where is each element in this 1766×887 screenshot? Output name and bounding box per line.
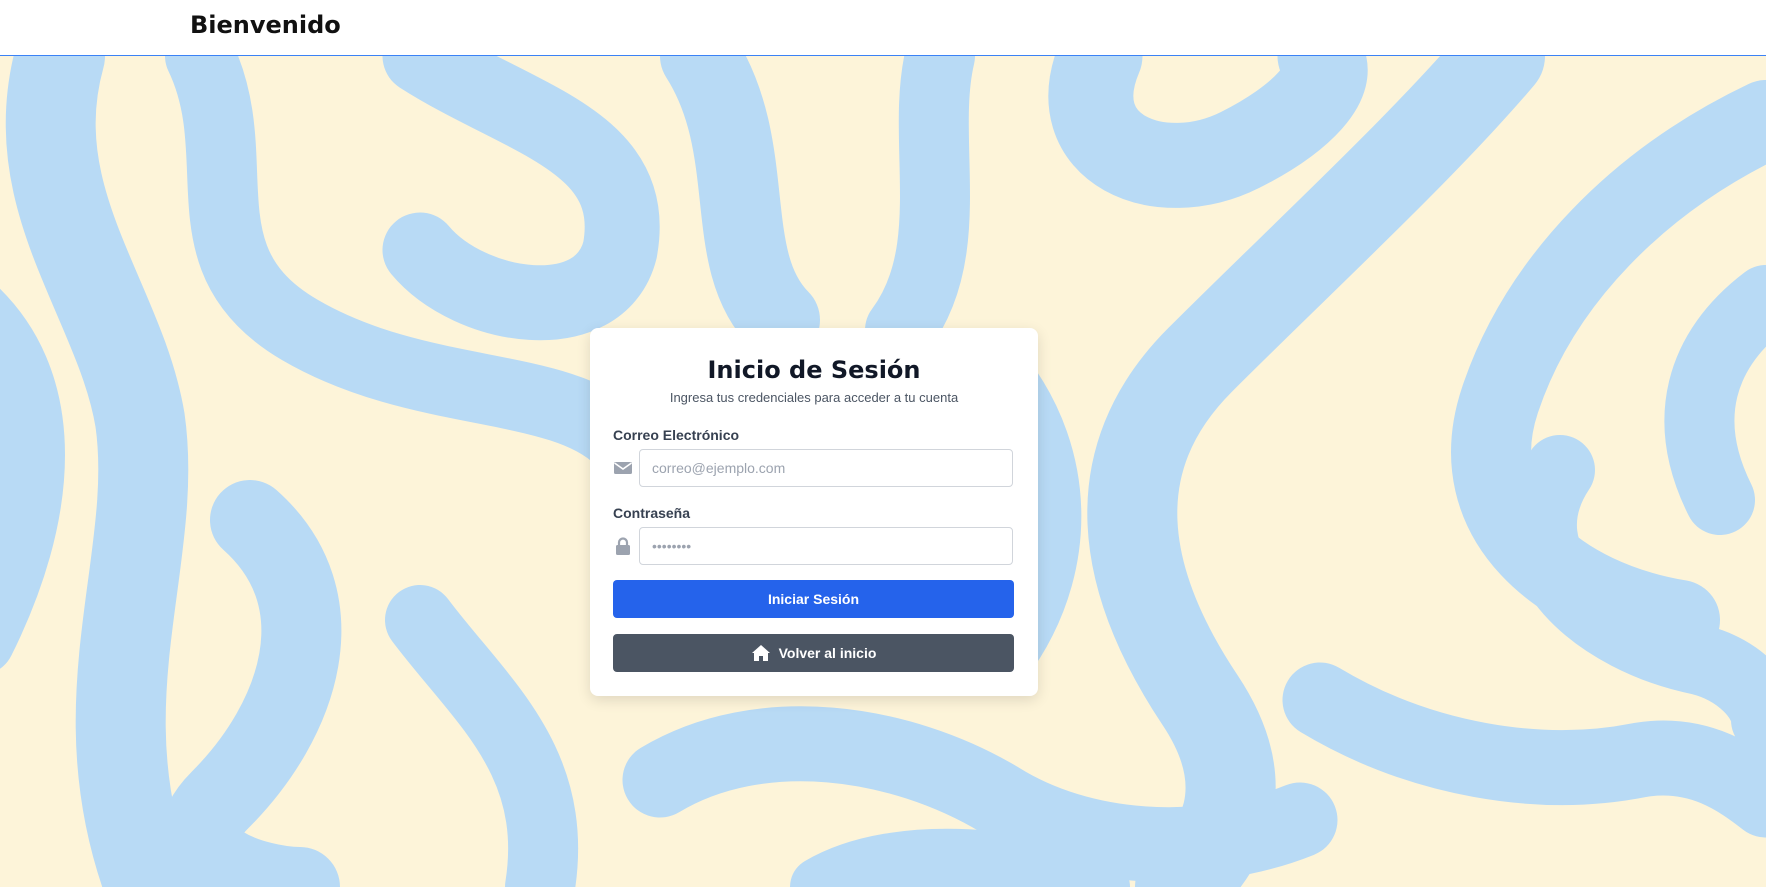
lock-icon — [613, 536, 633, 556]
password-input[interactable] — [639, 527, 1013, 565]
brand-title[interactable]: Bienvenido — [190, 11, 341, 39]
login-submit-button[interactable]: Iniciar Sesión — [613, 580, 1014, 618]
back-home-button[interactable]: Volver al inicio — [613, 634, 1014, 672]
login-title: Inicio de Sesión — [707, 356, 921, 384]
email-row — [613, 449, 1015, 487]
password-row — [613, 527, 1015, 565]
back-home-label: Volver al inicio — [778, 645, 877, 661]
envelope-icon — [613, 458, 633, 478]
top-navbar: Bienvenido — [0, 0, 1766, 56]
email-input[interactable] — [639, 449, 1013, 487]
login-subtitle: Ingresa tus credenciales para acceder a … — [669, 390, 959, 405]
password-label: Contraseña — [613, 505, 691, 521]
login-submit-label: Iniciar Sesión — [767, 591, 860, 607]
home-icon — [751, 644, 771, 662]
login-card: Inicio de Sesión Ingresa tus credenciale… — [590, 328, 1038, 696]
email-label: Correo Electrónico — [613, 427, 740, 443]
